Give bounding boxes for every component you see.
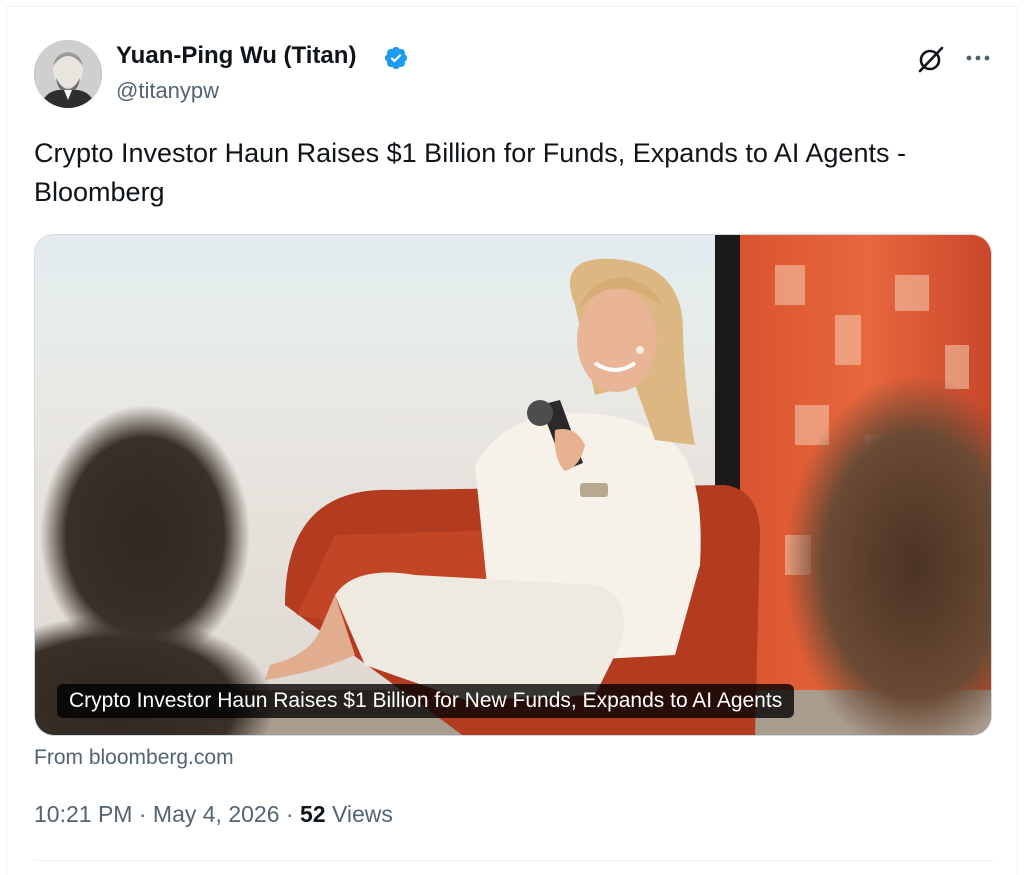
author-handle[interactable]: @titanypw	[116, 78, 219, 104]
link-card-caption: Crypto Investor Haun Raises $1 Billion f…	[57, 684, 795, 718]
views-count: 52	[299, 801, 326, 827]
tweet-date[interactable]: May 4, 2026	[153, 801, 280, 827]
divider	[34, 860, 994, 861]
avatar-portrait	[34, 40, 102, 108]
meta-separator: ·	[138, 801, 147, 827]
verified-badge-icon[interactable]	[383, 45, 409, 71]
more-options-icon[interactable]	[964, 46, 992, 70]
meta-separator: ·	[285, 801, 294, 827]
grok-icon[interactable]	[916, 44, 946, 74]
views-label: Views	[331, 801, 393, 827]
article-photo	[35, 235, 991, 735]
link-card-media[interactable]: Crypto Investor Haun Raises $1 Billion f…	[34, 234, 992, 736]
tweet-text: Crypto Investor Haun Raises $1 Billion f…	[34, 138, 906, 207]
tweet-time[interactable]: 10:21 PM	[34, 801, 132, 827]
author-display-name[interactable]: Yuan-Ping Wu (Titan)	[116, 42, 356, 70]
avatar[interactable]	[34, 40, 102, 108]
tweet-meta: 10:21 PM · May 4, 2026 · 52 Views	[34, 801, 393, 828]
link-source[interactable]: From bloomberg.com	[34, 746, 234, 770]
